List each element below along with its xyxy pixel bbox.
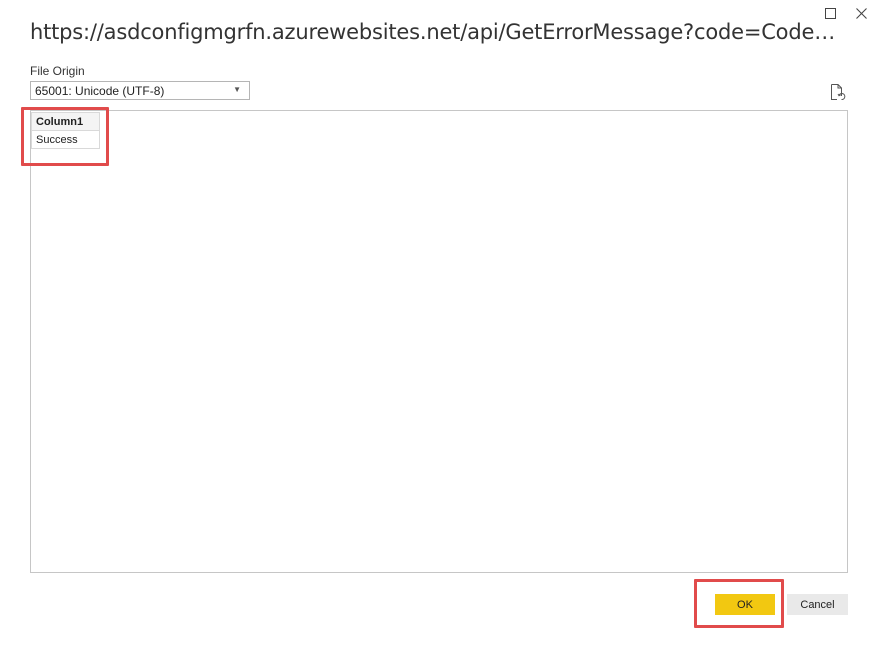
refresh-file-icon bbox=[831, 84, 846, 100]
close-icon bbox=[855, 7, 867, 19]
refresh-preview-button[interactable] bbox=[828, 83, 846, 101]
table-highlight-box bbox=[21, 107, 109, 166]
file-origin-select[interactable]: 65001: Unicode (UTF-8) ▼ bbox=[30, 81, 250, 100]
dialog-title: https://asdconfigmgrfn.azurewebsites.net… bbox=[30, 20, 850, 44]
chevron-down-icon: ▼ bbox=[233, 85, 241, 94]
file-origin-value: 65001: Unicode (UTF-8) bbox=[35, 84, 165, 98]
maximize-icon bbox=[824, 7, 836, 19]
ok-button[interactable]: OK bbox=[715, 594, 775, 615]
close-button[interactable] bbox=[852, 4, 870, 22]
file-origin-label: File Origin bbox=[30, 64, 85, 78]
preview-pane bbox=[30, 110, 848, 573]
cancel-button[interactable]: Cancel bbox=[787, 594, 848, 615]
